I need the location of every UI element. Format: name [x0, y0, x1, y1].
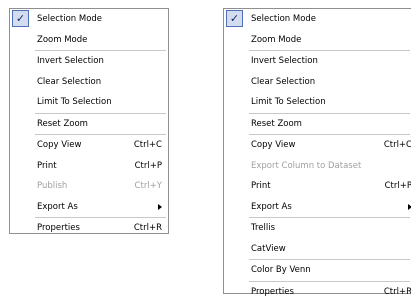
menu-item-selection-mode[interactable]: ✓ Selection Mode [10, 9, 168, 30]
menu-item-shortcut: Ctrl+P [385, 181, 411, 191]
menu-item-label: Properties [37, 223, 134, 233]
menu-item-label: Limit To Selection [37, 97, 162, 107]
menu-item-label: Trellis [251, 223, 411, 233]
menu-item-shortcut: Ctrl+Y [135, 181, 162, 191]
menu-item-label: Zoom Mode [37, 35, 162, 45]
context-menu-left: ✓ Selection Mode Zoom Mode Invert Selection… [9, 8, 169, 234]
menu-item-label: Limit To Selection [251, 97, 411, 107]
menu-item-zoom-mode[interactable]: Zoom Mode [224, 30, 411, 51]
checkmark-icon: ✓ [226, 10, 243, 27]
menu-item-label: Print [37, 161, 135, 171]
menu-item-shortcut: Ctrl+C [134, 140, 162, 150]
menu-item-label: CatView [251, 244, 411, 254]
menu-item-label: Copy View [251, 140, 384, 150]
menu-item-label: Export Column to Dataset [251, 161, 411, 171]
menu-item-shortcut: Ctrl+P [135, 161, 162, 171]
menu-item-label: Copy View [37, 140, 134, 150]
menu-item-label: Selection Mode [37, 14, 162, 24]
menu-item-shortcut: Ctrl+R [134, 223, 162, 233]
menu-item-export-as[interactable]: Export As [224, 197, 411, 218]
menu-item-limit-to-selection[interactable]: Limit To Selection [10, 92, 168, 113]
menu-item-label: Export As [37, 202, 158, 212]
menu-item-copy-view[interactable]: Copy ViewCtrl+C [224, 135, 411, 156]
menu-item-trellis[interactable]: Trellis [224, 218, 411, 239]
checkmark-icon: ✓ [12, 10, 29, 27]
context-menu-right: ✓ Selection Mode Zoom Mode Invert Selection… [223, 8, 411, 294]
menu-item-label: Reset Zoom [37, 119, 162, 129]
submenu-arrow-icon [158, 204, 162, 210]
menu-item-label: Clear Selection [37, 77, 162, 87]
menu-item-limit-to-selection[interactable]: Limit To Selection [224, 92, 411, 113]
menu-item-copy-view[interactable]: Copy ViewCtrl+C [10, 135, 168, 156]
menu-item-clear-selection[interactable]: Clear Selection [224, 72, 411, 93]
menu-item-label: Invert Selection [251, 56, 411, 66]
menu-item-label: Zoom Mode [251, 35, 411, 45]
menu-item-shortcut: Ctrl+C [384, 140, 411, 150]
menu-item-export-as[interactable]: Export As [10, 197, 168, 218]
menu-item-properties[interactable]: PropertiesCtrl+R [10, 218, 168, 239]
menu-item-clear-selection[interactable]: Clear Selection [10, 72, 168, 93]
menu-item-invert-selection[interactable]: Invert Selection [224, 51, 411, 72]
menu-item-label: Clear Selection [251, 77, 411, 87]
menu-item-label: Publish [37, 181, 135, 191]
menu-item-publish: PublishCtrl+Y [10, 176, 168, 197]
menu-item-invert-selection[interactable]: Invert Selection [10, 51, 168, 72]
menu-item-reset-zoom[interactable]: Reset Zoom [10, 114, 168, 135]
menu-item-selection-mode[interactable]: ✓ Selection Mode [224, 9, 411, 30]
menu-item-catview[interactable]: CatView [224, 239, 411, 260]
menu-item-label: Selection Mode [251, 14, 411, 24]
menu-item-label: Print [251, 181, 385, 191]
menu-item-label: Reset Zoom [251, 119, 411, 129]
menu-item-label: Invert Selection [37, 56, 162, 66]
menu-item-color-by-venn[interactable]: Color By Venn [224, 260, 411, 281]
menu-item-print[interactable]: PrintCtrl+P [224, 176, 411, 197]
menu-item-label: Color By Venn [251, 265, 411, 275]
menu-item-reset-zoom[interactable]: Reset Zoom [224, 114, 411, 135]
menu-item-label: Export As [251, 202, 408, 212]
menu-item-zoom-mode[interactable]: Zoom Mode [10, 30, 168, 51]
menu-item-print[interactable]: PrintCtrl+P [10, 156, 168, 177]
menu-item-export-column-to-dataset: Export Column to Dataset [224, 156, 411, 177]
